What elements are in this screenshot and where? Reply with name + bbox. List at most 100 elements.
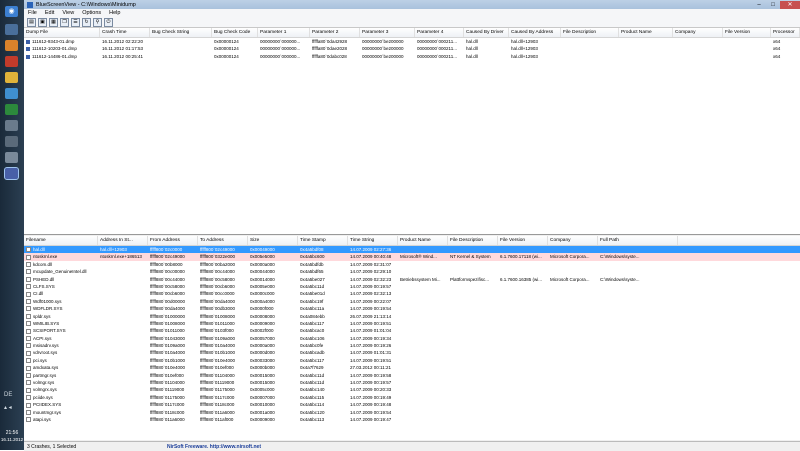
column-header[interactable]: To Address (198, 236, 248, 245)
column-header[interactable]: Full Path (598, 236, 678, 245)
html-report-icon[interactable]: ▦ (49, 17, 58, 27)
column-header[interactable]: Company (548, 236, 598, 245)
driver-row[interactable]: volmgr.sys fffff880`01104000 fffff880`0111… (24, 379, 800, 386)
driver-row[interactable]: amdxata.sys fffff880`010e4000 fffff880`010… (24, 364, 800, 371)
driver-row[interactable]: msisadrv.sys fffff880`0109a000 fffff880`01… (24, 342, 800, 349)
column-header[interactable]: Bug Check Code (212, 28, 258, 37)
table-cell: CLFS.SYS (24, 283, 98, 290)
column-header[interactable]: Company (673, 28, 723, 37)
menu-edit[interactable]: Edit (41, 10, 58, 16)
table-cell: 14.07.2009 00:22:07 (350, 298, 392, 304)
table-cell: 00000000`be200000 (362, 46, 404, 52)
driver-list[interactable]: Filename Address In St... From Address To A… (24, 236, 800, 440)
status-link[interactable]: NirSoft Freeware. http://www.nirsoft.net (167, 444, 261, 450)
table-cell: fffff880`0118c000 (200, 402, 235, 408)
column-header[interactable]: Processor (771, 28, 800, 37)
properties-icon[interactable]: ☰ (71, 17, 80, 27)
dump-list[interactable]: Dump File Crash Time Bug Check String Bug C… (24, 28, 800, 235)
column-header[interactable]: File Description (561, 28, 619, 37)
column-header[interactable]: Time Stamp (298, 236, 348, 245)
taskbar-app-icon[interactable] (5, 88, 18, 99)
copy-icon[interactable]: ❐ (60, 17, 69, 27)
column-header[interactable]: Caused By Address (509, 28, 561, 37)
driver-row[interactable]: mountmgr.sys fffff880`0118c000 fffff880`01… (24, 409, 800, 416)
table-cell (448, 401, 498, 408)
driver-row[interactable]: mcupdate_GenuineIntel.dll fffff880`00c000… (24, 268, 800, 275)
driver-row[interactable]: vdrvroot.sys fffff880`010a4000 fffff880`01… (24, 349, 800, 356)
exit-icon[interactable]: ⏻ (104, 17, 113, 27)
save-icon[interactable]: ▣ (38, 17, 47, 27)
column-header[interactable]: Product Name (398, 236, 448, 245)
table-cell: 0x0000f000 (250, 306, 274, 312)
find-icon[interactable]: ⚲ (93, 17, 102, 27)
menu-options[interactable]: Options (78, 10, 105, 16)
minimize-button[interactable]: – (752, 1, 766, 9)
driver-row[interactable]: pci.sys fffff880`010b1000 fffff880`010e400… (24, 357, 800, 364)
taskbar-app-icon[interactable] (5, 24, 18, 35)
driver-row[interactable]: PSHED.dll fffff880`00c44000 fffff880`00c58… (24, 276, 800, 283)
driver-row[interactable]: ntoskrnl.exe ntoskrnl.exe+186513 fffff800`… (24, 253, 800, 261)
driver-row[interactable]: CI.dll fffff880`00cb6000 fffff880`00cc0000… (24, 290, 800, 297)
file-icon (26, 291, 31, 297)
driver-row[interactable]: SCSIPORT.SYS fffff880`01011000 fffff880`01… (24, 327, 800, 334)
table-cell: volmgrx.sys (24, 386, 98, 393)
column-header[interactable]: Crash Time (100, 28, 150, 37)
driver-row[interactable]: hal.dll hal.dll+12903 fffff800`02c0000 ffff… (24, 246, 800, 254)
dump-row[interactable]: 111612-9343-01.dmp 16.11.2012 02:22:20 0x0… (24, 38, 800, 45)
refresh-icon[interactable]: ↻ (82, 17, 91, 27)
driver-row[interactable]: WMILIB.SYS fffff880`01008000 fffff880`0101… (24, 320, 800, 327)
dump-row[interactable]: 111612-10203-01.dmp 16.11.2012 01:17:53 0x… (24, 45, 800, 52)
column-header[interactable]: Product Name (619, 28, 673, 37)
column-header[interactable]: Time String (348, 236, 398, 245)
taskbar-app-icon[interactable] (5, 152, 18, 163)
driver-row[interactable]: volmgrx.sys fffff880`01119000 fffff880`011… (24, 386, 800, 393)
firefox-icon[interactable] (5, 40, 18, 51)
driver-row[interactable]: kdcom.dll fffff800`00b8000 fffff800`00ba20… (24, 261, 800, 268)
close-button[interactable]: ✕ (780, 0, 800, 9)
options-icon[interactable]: ▤ (27, 17, 36, 27)
driver-row[interactable]: ACPI.sys fffff880`01043000 fffff880`0109a0… (24, 335, 800, 342)
column-header[interactable]: Parameter 2 (310, 28, 360, 37)
tray-icons[interactable]: ▴ ◂ (4, 404, 12, 411)
column-header[interactable]: Parameter 4 (415, 28, 464, 37)
driver-row[interactable]: CLFS.SYS fffff880`00c58000 fffff880`00cb60… (24, 283, 800, 290)
column-header[interactable]: Size (248, 236, 298, 245)
menu-view[interactable]: View (58, 10, 78, 16)
driver-row[interactable]: atapi.sys fffff880`011a6000 fffff880`011af… (24, 416, 800, 423)
file-icon (26, 328, 31, 334)
column-header[interactable]: Filename (24, 236, 98, 245)
dump-row[interactable]: 111612-14486-01.dmp 16.11.2012 00:25:41 0x… (24, 53, 800, 60)
driver-row[interactable]: Wdf01000.sys fffff880`00d00000 fffff880`00… (24, 298, 800, 305)
driver-row[interactable]: partmgr.sys fffff880`010ef000 fffff880`011… (24, 372, 800, 379)
column-header[interactable]: File Version (723, 28, 771, 37)
column-header[interactable]: Dump File (24, 28, 100, 37)
clock-time[interactable]: 21:56 (0, 430, 24, 436)
driver-row[interactable]: WDFLDR.SYS fffff880`00da4000 fffff880`00db… (24, 305, 800, 312)
taskbar-app-icon[interactable] (5, 120, 18, 131)
clock-date[interactable]: 16.11.2012 (0, 437, 24, 442)
start-button-icon[interactable]: ◉ (5, 6, 18, 17)
tray-language[interactable]: DE (4, 392, 12, 398)
table-cell (448, 246, 498, 253)
column-header[interactable]: Parameter 3 (360, 28, 415, 37)
menu-help[interactable]: Help (105, 10, 124, 16)
taskbar-app-icon[interactable] (5, 104, 18, 115)
column-header[interactable]: Caused By Driver (464, 28, 509, 37)
taskbar-app-icon[interactable] (5, 136, 18, 147)
column-header[interactable]: File Description (448, 236, 498, 245)
driver-row[interactable]: spldr.sys fffff880`01000000 fffff880`01008… (24, 313, 800, 320)
column-header[interactable]: Parameter 1 (258, 28, 310, 37)
column-header[interactable]: File Version (498, 236, 548, 245)
file-name: WDFLDR.SYS (33, 306, 63, 312)
column-header[interactable]: Bug Check String (150, 28, 212, 37)
taskbar-app-icon[interactable] (5, 56, 18, 67)
table-cell (598, 283, 678, 290)
column-header[interactable]: Address In St... (98, 236, 148, 245)
driver-row[interactable]: pciide.sys fffff880`01175000 fffff880`0117… (24, 394, 800, 401)
driver-row[interactable]: PCIIDEX.SYS fffff880`0117c000 fffff880`011… (24, 401, 800, 408)
maximize-button[interactable]: □ (766, 1, 780, 9)
bluescreenview-taskbar-icon[interactable] (4, 167, 19, 180)
column-header[interactable]: From Address (148, 236, 198, 245)
folder-icon[interactable] (5, 72, 18, 83)
menu-file[interactable]: File (24, 10, 41, 16)
